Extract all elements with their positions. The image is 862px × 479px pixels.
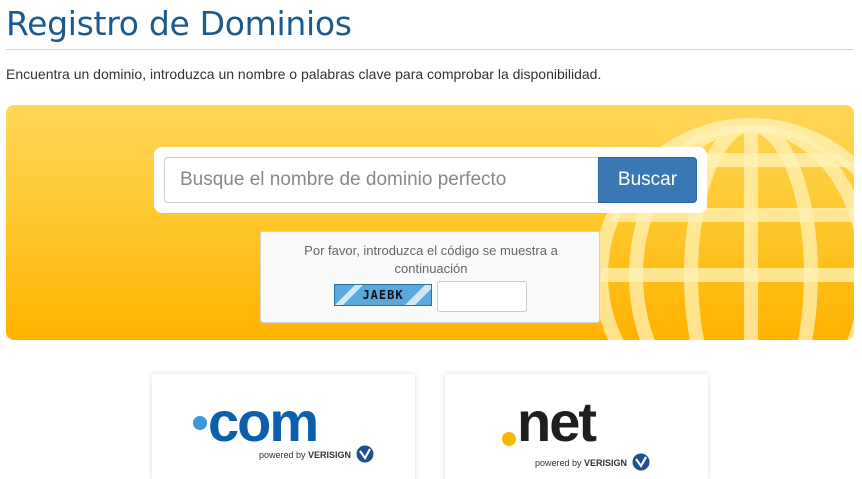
intro-text: Encuentra un dominio, introduzca un nomb…	[6, 66, 602, 82]
page-title: Registro de Dominios	[6, 4, 352, 43]
powered-by-label: powered by VERISIGN	[535, 458, 628, 468]
verisign-brand: VERISIGN	[308, 450, 352, 460]
tld-card-net[interactable]: net powered by VERISIGN	[445, 374, 708, 479]
captcha-code: JAEBK	[362, 288, 404, 302]
tld-dot-icon	[193, 416, 207, 430]
tld-name-net: net	[517, 390, 597, 453]
title-divider	[6, 49, 854, 50]
verisign-check-icon	[356, 445, 374, 463]
domain-search-input[interactable]	[164, 157, 598, 203]
tld-dot-icon	[502, 432, 516, 446]
captcha-panel: Por favor, introduzca el código se muest…	[260, 231, 600, 323]
captcha-image: JAEBK	[334, 284, 432, 306]
verisign-brand: VERISIGN	[584, 458, 628, 468]
search-box: Buscar	[154, 147, 707, 213]
search-button[interactable]: Buscar	[598, 157, 697, 203]
powered-by-label: powered by VERISIGN	[259, 450, 352, 460]
verisign-check-icon	[632, 453, 650, 471]
tld-name-com: com	[208, 390, 319, 453]
page: Registro de Dominios Encuentra un domini…	[0, 0, 862, 479]
captcha-input[interactable]	[437, 281, 527, 312]
tld-card-com[interactable]: com powered by VERISIGN	[152, 374, 415, 479]
captcha-prompt: Por favor, introduzca el código se muest…	[304, 243, 558, 276]
search-banner: Buscar Por favor, introduzca el código s…	[6, 105, 854, 340]
